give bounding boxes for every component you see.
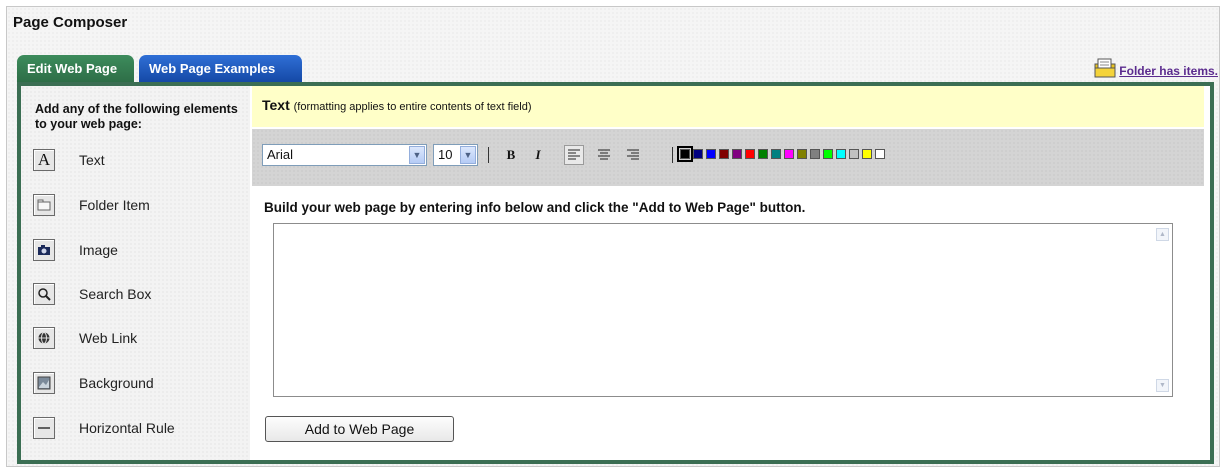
element-folder-item[interactable]: Folder Item [33,191,150,219]
font-select[interactable]: Arial ▼ [262,144,427,166]
chevron-down-icon: ▼ [409,146,425,164]
align-center-button[interactable] [594,145,614,165]
add-to-web-page-button[interactable]: Add to Web Page [265,416,454,442]
page-title: Page Composer [13,14,128,31]
font-size-value: 10 [438,147,453,162]
element-search-box-label: Search Box [79,286,152,302]
chevron-down-icon: ▼ [460,146,476,164]
align-right-button[interactable] [623,145,643,165]
font-select-value: Arial [267,147,294,162]
folder-item-icon [33,194,55,216]
align-left-button[interactable] [564,145,584,165]
element-search-box[interactable]: Search Box [33,280,151,308]
color-swatch[interactable] [836,149,846,159]
element-web-link[interactable]: Web Link [33,324,137,352]
bold-button[interactable]: B [501,145,521,165]
scroll-up-arrow-icon[interactable]: ▲ [1156,228,1169,241]
folder-has-items-label: Folder has items. [1119,64,1218,78]
color-swatch[interactable] [797,149,807,159]
color-swatches [677,146,885,162]
color-swatch[interactable] [758,149,768,159]
element-horizontal-rule-label: Horizontal Rule [79,420,175,436]
editor-panel: Add any of the following elements to you… [17,82,1214,464]
color-swatch[interactable] [706,149,716,159]
color-swatch[interactable] [849,149,859,159]
elements-sidebar: Add any of the following elements to you… [21,86,250,460]
toolbar-divider [672,147,673,163]
folder-has-items-link[interactable]: Folder has items. [1093,56,1218,78]
background-icon [33,372,55,394]
element-background-label: Background [79,375,154,391]
tab-edit-web-page[interactable]: Edit Web Page [17,55,134,82]
sidebar-heading: Add any of the following elements to you… [35,102,238,131]
element-folder-item-label: Folder Item [79,197,150,213]
color-swatch[interactable] [771,149,781,159]
main-editor: Text (formatting applies to entire conte… [252,86,1204,460]
toolbar-divider [488,147,489,163]
image-icon [33,239,55,261]
align-right-icon [627,149,639,160]
text-content-field[interactable]: ▲ ▼ [273,223,1173,397]
color-swatch[interactable] [745,149,755,159]
text-section-header: Text (formatting applies to entire conte… [252,86,1204,127]
horizontal-rule-icon [33,417,55,439]
formatting-toolbar: Arial ▼ 10 ▼ B I [252,129,1204,186]
scroll-down-arrow-icon[interactable]: ▼ [1156,379,1169,392]
align-center-icon [598,149,610,160]
color-swatch[interactable] [677,146,693,162]
color-swatch[interactable] [693,149,703,159]
color-swatch[interactable] [732,149,742,159]
color-swatch[interactable] [862,149,872,159]
tab-web-page-examples[interactable]: Web Page Examples [139,55,302,82]
section-title: Text [262,97,290,113]
section-note: (formatting applies to entire contents o… [293,101,532,113]
element-text-label: Text [79,152,105,168]
element-horizontal-rule[interactable]: Horizontal Rule [33,414,175,442]
color-swatch[interactable] [784,149,794,159]
text-icon: A [33,149,55,171]
align-left-icon [568,149,580,160]
color-swatch[interactable] [875,149,885,159]
element-image[interactable]: Image [33,236,118,264]
element-web-link-label: Web Link [79,330,138,346]
italic-button[interactable]: I [528,145,548,165]
instruction-text: Build your web page by entering info bel… [264,200,806,215]
color-swatch[interactable] [823,149,833,159]
web-link-icon [33,327,55,349]
element-text[interactable]: A Text [33,146,105,174]
folder-items-icon [1094,58,1116,78]
font-size-select[interactable]: 10 ▼ [433,144,478,166]
color-swatch[interactable] [810,149,820,159]
search-icon [33,283,55,305]
color-swatch[interactable] [719,149,729,159]
element-image-label: Image [79,242,118,258]
element-background[interactable]: Background [33,369,154,397]
